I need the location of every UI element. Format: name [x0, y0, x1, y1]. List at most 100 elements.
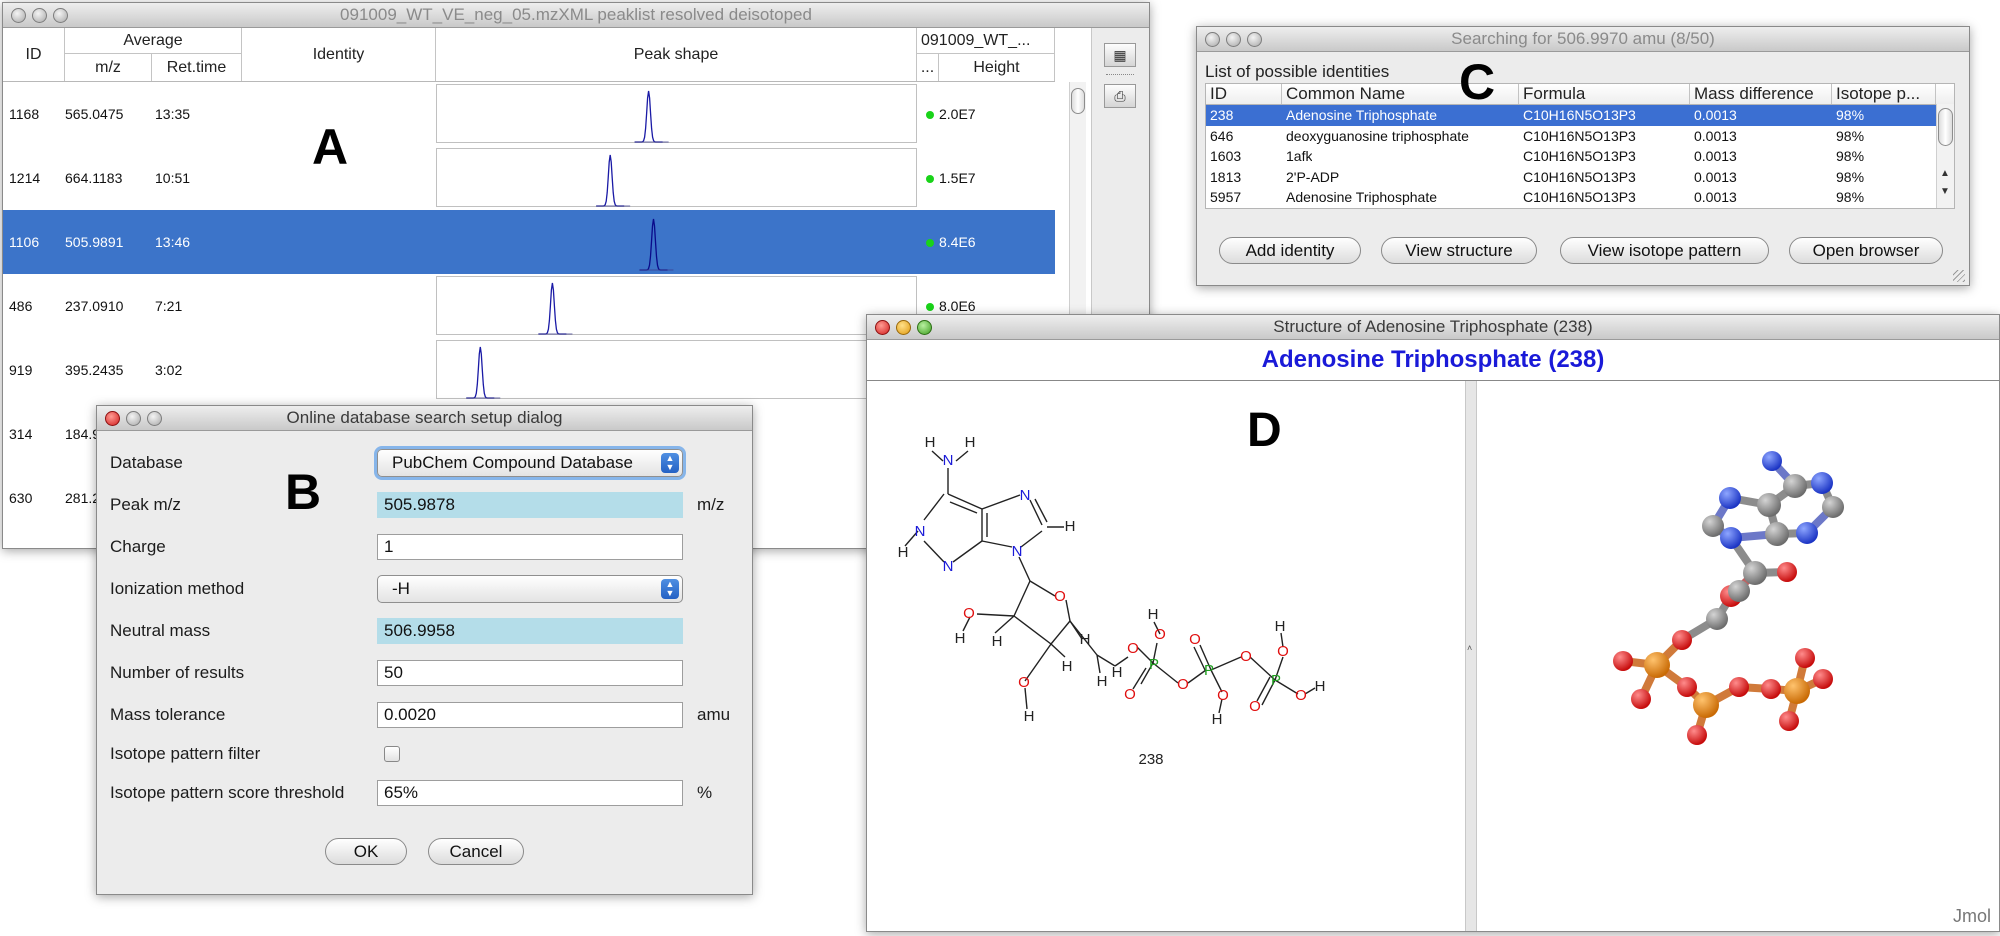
cell-id: 238 — [1210, 107, 1234, 123]
cell-mz: 505.9891 — [65, 234, 124, 250]
peaklist-title: 091009_WT_VE_neg_05.mzXML peaklist resol… — [340, 5, 812, 24]
column-header-mz[interactable]: m/z — [65, 54, 152, 81]
atom-label: H — [1024, 708, 1035, 725]
charge-field[interactable] — [377, 534, 683, 560]
column-header-id[interactable]: ID — [3, 28, 65, 81]
cell-mz: 664.1183 — [65, 170, 123, 186]
view-structure-button[interactable]: View structure — [1381, 237, 1537, 264]
column-header-height[interactable]: Height — [939, 54, 1055, 81]
table-row-selected[interactable]: 1106 505.9891 13:46 8.4E6 — [3, 210, 1055, 274]
database-search-titlebar[interactable]: Online database search setup dialog — [97, 406, 752, 431]
open-browser-button[interactable]: Open browser — [1789, 237, 1943, 264]
resize-grip-icon[interactable] — [1953, 270, 1965, 282]
atom-label: H — [925, 434, 936, 451]
isotope-threshold-field[interactable] — [377, 780, 683, 806]
peak-shape-svg — [634, 90, 669, 143]
view-isotope-pattern-button[interactable]: View isotope pattern — [1560, 237, 1769, 264]
scrollbar-thumb[interactable] — [1071, 88, 1085, 114]
cell-isotope: 98% — [1836, 107, 1865, 123]
structure-3d-panel[interactable]: Jmol — [1477, 381, 1999, 931]
atom-label: O — [1124, 686, 1136, 703]
table-row[interactable]: 1214 664.1183 10:51 1.5E7 — [3, 146, 1055, 210]
peak-shape-plot[interactable] — [436, 148, 917, 207]
column-header-id[interactable]: ID — [1206, 84, 1282, 104]
identities-table: ID Common Name Formula Mass difference I… — [1205, 83, 1955, 209]
scroll-up-icon[interactable]: ▲ — [1940, 168, 1950, 179]
column-header-file-sub[interactable]: ... — [917, 54, 939, 81]
identity-row[interactable]: 646 deoxyguanosine triphosphate C10H16N5… — [1206, 126, 1954, 147]
cell-mass-difference: 0.0013 — [1694, 127, 1737, 144]
status-dot — [926, 239, 934, 248]
print-icon[interactable]: ⎙ — [1104, 84, 1136, 108]
atom-label: P — [1204, 662, 1214, 679]
add-identity-button[interactable]: Add identity — [1219, 237, 1361, 264]
atom-label: H — [1062, 658, 1073, 675]
atom-label: O — [1154, 626, 1166, 643]
ionization-select[interactable]: -H ▲ ▼ — [377, 575, 683, 603]
scrollbar-thumb[interactable] — [1938, 108, 1953, 146]
cell-mz: 281.2 — [65, 490, 101, 506]
cell-id: 1813 — [1210, 168, 1242, 185]
isotope-threshold-label: Isotope pattern score threshold — [110, 783, 345, 802]
structure-2d-panel[interactable]: H N H N N N N H H O O H H O H H H H H O — [867, 381, 1465, 931]
ionization-label: Ionization method — [110, 579, 245, 598]
neutral-mass-field[interactable] — [377, 618, 683, 644]
cell-id: 919 — [9, 362, 33, 378]
peak-curve — [466, 346, 495, 399]
database-label: Database — [110, 453, 183, 472]
peaklist-titlebar[interactable]: 091009_WT_VE_neg_05.mzXML peaklist resol… — [3, 3, 1149, 28]
column-header-identity[interactable]: Identity — [242, 28, 436, 81]
column-header-mass-difference[interactable]: Mass difference — [1690, 84, 1832, 104]
peak-shape-plot[interactable] — [436, 212, 917, 271]
identity-row[interactable]: 5957 Adenosine Triphosphate C10H16N5O13P… — [1206, 187, 1954, 208]
select-arrows-icon: ▲ ▼ — [661, 579, 679, 599]
panel-label-a: A — [312, 119, 349, 175]
molecule-2d-diagram: H N H N N N N H H O O H H O H H H H H O — [898, 434, 1326, 768]
atom-label: H — [898, 544, 909, 561]
divider-arrow-icon[interactable]: ˄ — [1467, 643, 1472, 653]
table-settings-icon[interactable]: ▦ — [1104, 43, 1136, 67]
column-header-average: Average — [65, 28, 242, 54]
table-row[interactable]: 1168 565.0475 13:35 2.0E7 — [3, 82, 1055, 146]
column-header-peakshape[interactable]: Peak shape — [436, 28, 917, 81]
peak-curve — [634, 90, 663, 143]
peak-shape-plot[interactable] — [436, 340, 917, 399]
database-select[interactable]: PubChem Compound Database ▲ ▼ — [377, 449, 683, 477]
cancel-button[interactable]: Cancel — [428, 838, 524, 865]
split-pane-divider[interactable]: ˄ — [1465, 381, 1477, 931]
molecule-3d-view — [1613, 451, 1844, 745]
status-dot — [926, 175, 934, 184]
ok-button[interactable]: OK — [325, 838, 407, 865]
identities-scrollbar[interactable]: ▲ ▼ — [1936, 104, 1954, 208]
cell-mz: 184.9 — [65, 426, 101, 442]
atom-label: H — [1212, 711, 1223, 728]
cell-mz: 237.0910 — [65, 298, 124, 314]
structure-titlebar[interactable]: Structure of Adenosine Triphosphate (238… — [867, 315, 1999, 340]
column-header-rettime[interactable]: Ret.time — [152, 54, 242, 81]
identity-search-titlebar[interactable]: Searching for 506.9970 amu (8/50) — [1197, 27, 1969, 52]
identity-row-selected[interactable]: 238 Adenosine Triphosphate C10H16N5O13P3… — [1206, 105, 1954, 126]
cell-id: 646 — [1210, 127, 1234, 144]
atom-label: H — [1112, 664, 1123, 681]
mass-tolerance-field[interactable] — [377, 702, 683, 728]
cell-rettime: 13:46 — [155, 234, 191, 250]
column-header-isotope[interactable]: Isotope p... — [1832, 84, 1936, 104]
column-header-formula[interactable]: Formula — [1519, 84, 1690, 104]
jmol-label: Jmol — [1952, 906, 1991, 926]
peak-shape-svg — [538, 282, 573, 335]
peak-shape-plot[interactable] — [436, 84, 917, 143]
peak-shape-svg — [596, 154, 631, 207]
peak-shape-svg — [639, 218, 674, 271]
cell-isotope: 98% — [1836, 168, 1865, 185]
number-of-results-field[interactable] — [377, 660, 683, 686]
scroll-down-icon[interactable]: ▼ — [1940, 186, 1950, 197]
isotope-filter-checkbox[interactable] — [384, 746, 400, 762]
atom-label: H — [965, 434, 976, 451]
isotope-threshold-unit: % — [697, 783, 713, 802]
mass-tolerance-label: Mass tolerance — [110, 705, 226, 724]
peak-mz-field[interactable] — [377, 492, 683, 518]
select-arrows-icon: ▲ ▼ — [661, 453, 679, 473]
identity-row[interactable]: 1813 2'P-ADP C10H16N5O13P3 0.0013 98% — [1206, 167, 1954, 188]
peak-shape-plot[interactable] — [436, 276, 917, 335]
identity-row[interactable]: 1603 1afk C10H16N5O13P3 0.0013 98% — [1206, 146, 1954, 167]
